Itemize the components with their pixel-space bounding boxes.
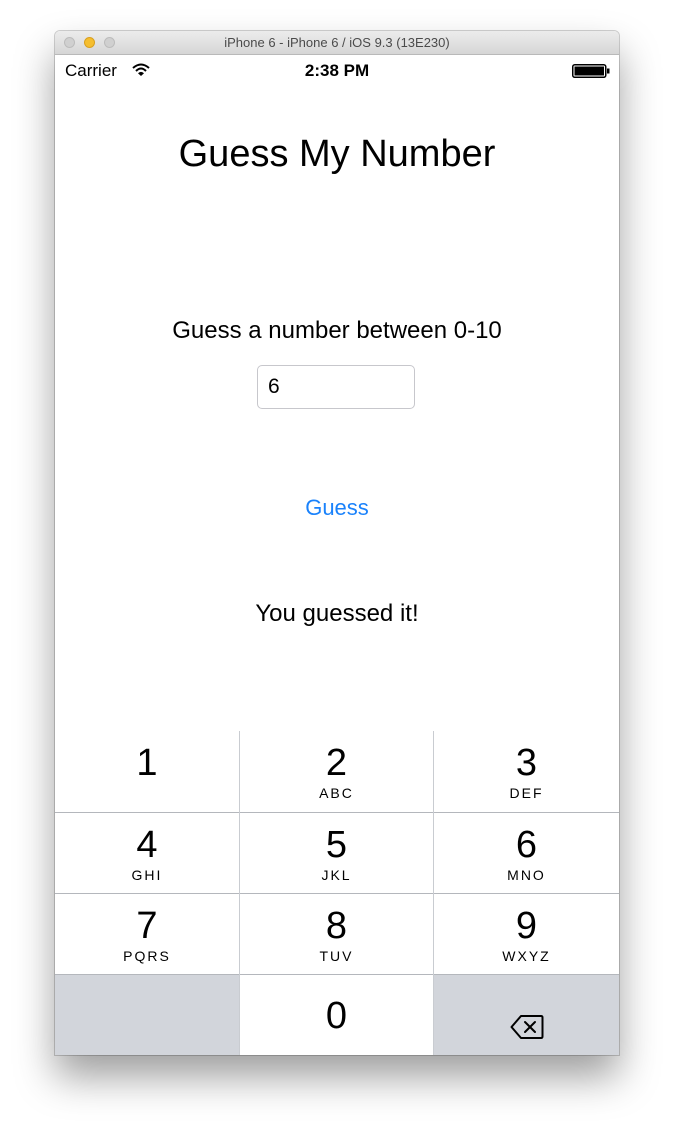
keypad-divider (55, 812, 619, 813)
key-letters: JKL (321, 867, 352, 883)
battery-icon (572, 64, 610, 78)
keypad-divider (239, 731, 240, 1055)
key-digit: 9 (515, 905, 538, 947)
key-7[interactable]: 7 PQRS (55, 894, 239, 974)
result-label: You guessed it! (255, 600, 419, 627)
key-6[interactable]: 6 MNO (434, 813, 619, 893)
status-bar: Carrier 2:38 PM (55, 55, 619, 85)
key-0[interactable]: 0 (240, 975, 433, 1055)
window-title: iPhone 6 - iPhone 6 / iOS 9.3 (13E230) (224, 35, 450, 50)
status-time: 2:38 PM (304, 61, 370, 80)
guess-prompt: Guess a number between 0-10 (172, 317, 502, 344)
key-5[interactable]: 5 JKL (240, 813, 433, 893)
key-letters: WXYZ (502, 948, 551, 964)
simulator-window: iPhone 6 - iPhone 6 / iOS 9.3 (13E230) C… (55, 31, 619, 1055)
key-digit: 8 (325, 905, 348, 947)
key-digit: 6 (515, 824, 538, 866)
key-digit: 5 (325, 824, 348, 866)
key-3[interactable]: 3 DEF (434, 731, 619, 812)
key-digit: 4 (136, 824, 158, 866)
keypad-divider (55, 893, 619, 894)
number-keypad: 1 2 ABC 3 DEF 4 GHI 5 JKL 6 MNO 7 PQRS 8… (55, 731, 619, 1055)
key-9[interactable]: 9 WXYZ (434, 894, 619, 974)
key-letters: MNO (507, 867, 546, 883)
key-letters: TUV (319, 948, 354, 964)
window-titlebar[interactable]: iPhone 6 - iPhone 6 / iOS 9.3 (13E230) (55, 31, 619, 55)
key-digit: 0 (325, 995, 348, 1037)
guess-input[interactable] (257, 365, 415, 409)
key-4[interactable]: 4 GHI (55, 813, 239, 893)
key-digit: 2 (325, 742, 348, 784)
key-digit: 7 (136, 905, 158, 947)
keypad-divider (433, 731, 434, 1055)
key-digit: 1 (136, 742, 158, 784)
key-letters: ABC (319, 785, 354, 801)
key-blank (55, 975, 239, 1055)
backspace-icon (510, 1015, 544, 1039)
key-2[interactable]: 2 ABC (240, 731, 433, 812)
key-digit: 3 (515, 742, 538, 784)
keypad-divider (55, 974, 619, 975)
key-letters: DEF (509, 785, 544, 801)
key-letters: GHI (131, 867, 163, 883)
key-1[interactable]: 1 (55, 731, 239, 812)
key-8[interactable]: 8 TUV (240, 894, 433, 974)
device-screen: Carrier 2:38 PM Guess My Number Guess a … (55, 55, 619, 1055)
key-letters: PQRS (123, 948, 171, 964)
page-title: Guess My Number (178, 133, 496, 175)
guess-button[interactable]: Guess (287, 492, 387, 524)
